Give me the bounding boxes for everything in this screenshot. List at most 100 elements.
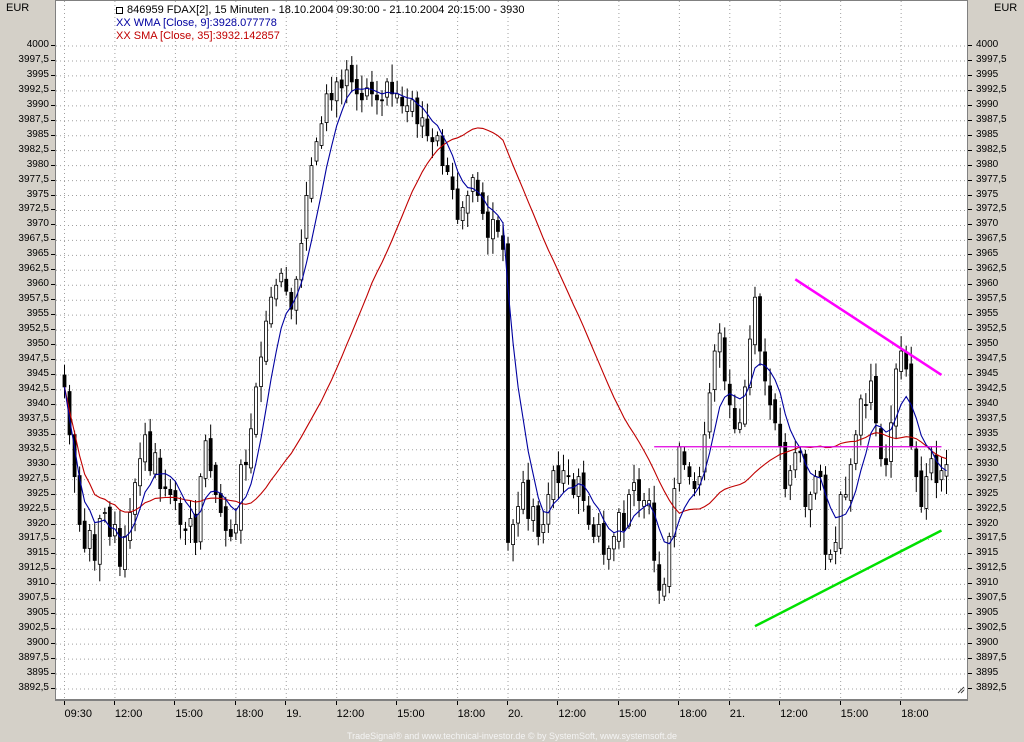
candle-body: [203, 440, 208, 479]
candle-body: [677, 446, 682, 484]
candle-body: [450, 176, 455, 190]
candle-body: [254, 386, 258, 435]
y-tick-label: 3980: [26, 158, 49, 170]
x-tickmark: [678, 701, 680, 705]
x-tickmark: [839, 701, 841, 705]
y-tickmark: [968, 418, 972, 420]
candle-body: [511, 524, 515, 545]
y-tick-label: 3912,5: [976, 562, 1007, 574]
candle-body: [264, 320, 269, 362]
symbol-row: 846959 FDAX[2], 15 Minuten - 18.10.2004 …: [116, 4, 525, 17]
wma-legend[interactable]: XX WMA [Close, 9]:3928.077778: [116, 17, 525, 30]
candle-body: [617, 512, 621, 542]
candle-body: [228, 529, 233, 537]
y-tickmark: [968, 673, 972, 675]
candle-body: [410, 99, 415, 112]
y-tickmark: [968, 74, 972, 76]
candle-body: [662, 583, 667, 597]
y-tick-label: 3942,5: [18, 382, 49, 394]
y-tick-label: 3977,5: [18, 173, 49, 185]
plot-area[interactable]: 846959 FDAX[2], 15 Minuten - 18.10.2004 …: [55, 0, 969, 701]
candle-body: [188, 518, 193, 527]
candle-body: [712, 350, 717, 390]
candle-body: [314, 141, 319, 162]
candle-body: [485, 211, 490, 238]
y-tickmark: [968, 373, 972, 375]
y-tick-label: 3950: [976, 338, 999, 350]
currency-label-right: EUR: [994, 2, 1018, 14]
y-tickmark: [968, 194, 972, 196]
y-tickmark: [968, 239, 972, 241]
candle-body: [309, 165, 314, 199]
symbol-icon[interactable]: [116, 6, 123, 14]
candle-body: [692, 481, 697, 490]
candle-body: [178, 503, 183, 525]
candle-body: [788, 470, 793, 486]
x-tick-label: 15:00: [397, 708, 425, 720]
candle-body: [128, 512, 132, 542]
candle-body: [914, 448, 919, 478]
candle-body: [591, 524, 596, 537]
y-tick-label: 3897,5: [18, 652, 49, 664]
y-tick-label: 3907,5: [18, 592, 49, 604]
candle-body: [455, 188, 460, 220]
y-tickmark: [968, 583, 972, 585]
y-tick-label: 3892,5: [976, 682, 1007, 693]
y-tick-label: 3915: [976, 547, 999, 559]
y-tickmark: [968, 179, 972, 181]
x-tickmark: [174, 701, 176, 705]
candles: [62, 56, 949, 604]
y-tick-label: 3937,5: [976, 412, 1007, 424]
y-tick-label: 3897,5: [976, 652, 1007, 664]
resize-corner-icon[interactable]: [957, 686, 965, 694]
y-tick-label: 3947,5: [18, 353, 49, 365]
candle-body: [919, 470, 924, 507]
candle-body: [586, 505, 591, 525]
candle-body: [838, 494, 843, 549]
candle-body: [400, 97, 405, 107]
candle-body: [521, 482, 526, 510]
y-tick-label: 3990: [976, 98, 999, 110]
y-tickmark: [968, 523, 972, 525]
candle-body: [218, 493, 223, 513]
candle-body: [153, 452, 158, 475]
y-tickmark: [968, 284, 972, 286]
candle-body: [717, 332, 722, 353]
y-tick-label: 3987,5: [18, 113, 49, 125]
y-tick-label: 3955: [26, 308, 49, 320]
candle-body: [97, 518, 102, 565]
candle-body: [556, 465, 561, 484]
candle-body: [611, 536, 616, 550]
candle-body: [319, 123, 324, 146]
candle-body: [415, 97, 420, 125]
candle-body: [808, 494, 813, 511]
candle-body: [768, 385, 772, 406]
y-tick-label: 3962,5: [976, 263, 1007, 275]
y-tick-label: 3972,5: [976, 203, 1007, 215]
candle-body: [304, 195, 309, 239]
x-tick-label: 19.: [286, 708, 302, 720]
candle-body: [233, 524, 238, 534]
y-tick-label: 3955: [976, 308, 999, 320]
candle-body: [259, 356, 263, 387]
y-tick-label: 3952,5: [18, 323, 49, 335]
x-tickmark: [234, 701, 236, 705]
candle-body: [758, 296, 762, 352]
candle-body: [929, 458, 934, 474]
candlestick-chart[interactable]: [56, 1, 969, 701]
y-tickmark: [968, 149, 972, 151]
time-axis: 09:30 12:00 15:00 18:00 19. 12:00 15:00 18:00 20…: [55, 700, 968, 731]
y-tick-label: 3995: [976, 68, 999, 80]
candle-body: [123, 536, 127, 570]
candle-body: [642, 500, 646, 507]
candle-body: [344, 69, 349, 87]
candle-body: [773, 399, 778, 424]
sma-legend[interactable]: XX SMA [Close, 35]:3932.142857: [116, 30, 525, 43]
candle-body: [632, 482, 636, 491]
y-tick-label: 3967,5: [976, 233, 1007, 245]
candle-body: [490, 219, 495, 240]
x-tick-label: 12:00: [780, 708, 808, 720]
x-tickmark: [456, 701, 458, 705]
candle-body: [138, 458, 142, 487]
y-tick-label: 3972,5: [18, 203, 49, 215]
